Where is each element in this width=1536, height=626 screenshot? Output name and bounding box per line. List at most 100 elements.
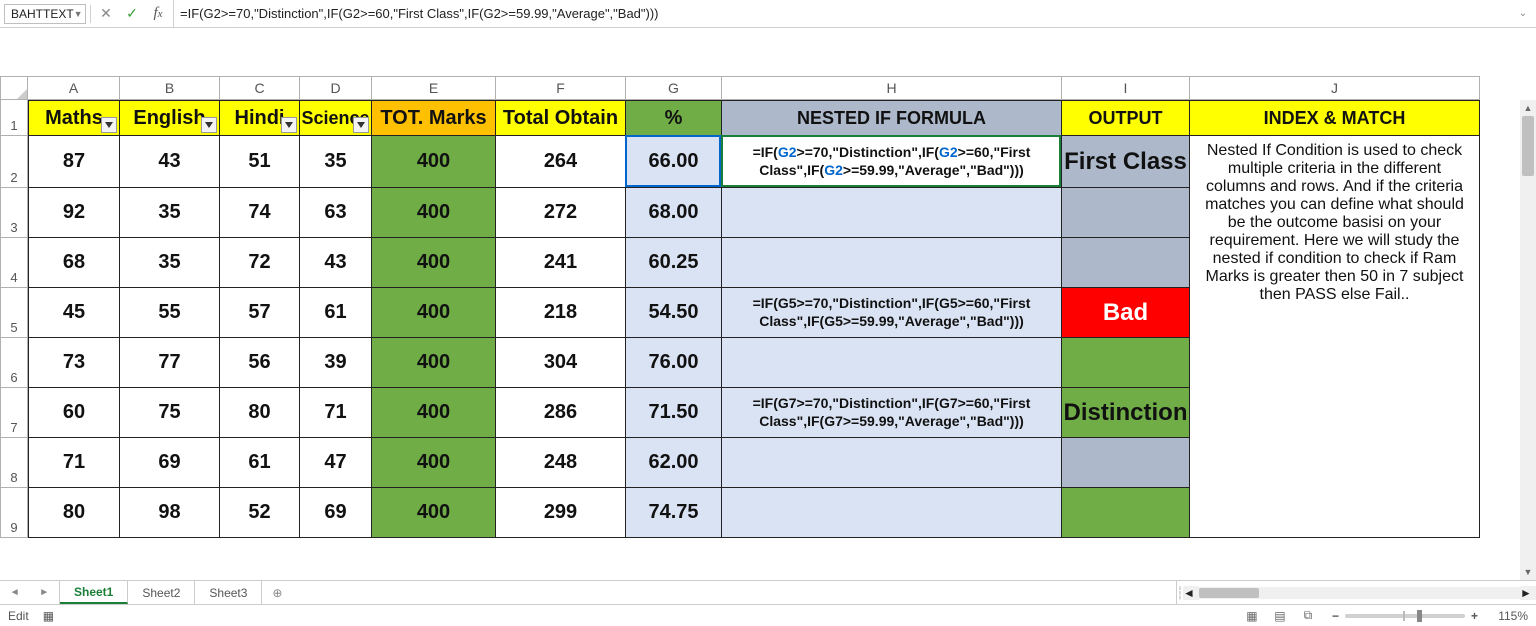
cell-G2[interactable]: 66.00 — [626, 136, 722, 188]
cell-E6[interactable]: 400 — [372, 338, 496, 388]
cell-F7[interactable]: 286 — [496, 388, 626, 438]
cell-B7[interactable]: 75 — [120, 388, 220, 438]
cell-A9[interactable]: 80 — [28, 488, 120, 538]
spreadsheet-grid[interactable]: ABCDEFGHIJ123456789MathsEnglishHindiScie… — [0, 76, 1536, 538]
filter-dropdown-C[interactable] — [281, 117, 297, 133]
scroll-left-icon[interactable]: ◄ — [1183, 586, 1199, 600]
cell-B6[interactable]: 77 — [120, 338, 220, 388]
cell-H5[interactable]: =IF(G5>=70,"Distinction",IF(G5>=60,"Firs… — [722, 288, 1062, 338]
select-all-corner[interactable] — [0, 76, 28, 100]
cell-C3[interactable]: 74 — [220, 188, 300, 238]
header-cell-D[interactable]: Science — [300, 100, 372, 136]
cell-A3[interactable]: 92 — [28, 188, 120, 238]
cell-H8[interactable] — [722, 438, 1062, 488]
cell-D5[interactable]: 61 — [300, 288, 372, 338]
column-header-I[interactable]: I — [1062, 76, 1190, 100]
cell-E7[interactable]: 400 — [372, 388, 496, 438]
header-cell-G[interactable]: % — [626, 100, 722, 136]
cell-J2[interactable]: Nested If Condition is used to check mul… — [1190, 136, 1480, 538]
cell-I7[interactable]: Distinction — [1062, 388, 1190, 438]
cell-C6[interactable]: 56 — [220, 338, 300, 388]
vertical-scrollbar[interactable]: ▲ ▼ — [1520, 100, 1536, 580]
insert-function-button[interactable]: fx — [147, 3, 169, 25]
vertical-scroll-track[interactable] — [1520, 116, 1536, 564]
horizontal-scroll-thumb[interactable] — [1199, 588, 1259, 598]
column-header-B[interactable]: B — [120, 76, 220, 100]
row-header-4[interactable]: 4 — [0, 238, 28, 288]
macro-record-icon[interactable]: ▦ — [43, 609, 54, 623]
cell-H9[interactable] — [722, 488, 1062, 538]
cell-E4[interactable]: 400 — [372, 238, 496, 288]
row-header-2[interactable]: 2 — [0, 136, 28, 188]
row-header-1[interactable]: 1 — [0, 100, 28, 136]
row-header-9[interactable]: 9 — [0, 488, 28, 538]
cell-G7[interactable]: 71.50 — [626, 388, 722, 438]
cell-B5[interactable]: 55 — [120, 288, 220, 338]
cell-A6[interactable]: 73 — [28, 338, 120, 388]
cell-I8[interactable] — [1062, 438, 1190, 488]
cell-A4[interactable]: 68 — [28, 238, 120, 288]
cell-H2[interactable]: =IF(G2>=70,"Distinction",IF(G2>=60,"Firs… — [722, 136, 1062, 188]
sheet-tab-nav[interactable]: ◄ ► — [0, 581, 60, 604]
cell-H7[interactable]: =IF(G7>=70,"Distinction",IF(G7>=60,"Firs… — [722, 388, 1062, 438]
row-header-8[interactable]: 8 — [0, 438, 28, 488]
row-header-7[interactable]: 7 — [0, 388, 28, 438]
filter-dropdown-B[interactable] — [201, 117, 217, 133]
cell-D9[interactable]: 69 — [300, 488, 372, 538]
cell-C5[interactable]: 57 — [220, 288, 300, 338]
row-header-5[interactable]: 5 — [0, 288, 28, 338]
cell-F9[interactable]: 299 — [496, 488, 626, 538]
row-header-3[interactable]: 3 — [0, 188, 28, 238]
cell-C7[interactable]: 80 — [220, 388, 300, 438]
accept-formula-button[interactable]: ✓ — [121, 3, 143, 25]
cell-F5[interactable]: 218 — [496, 288, 626, 338]
cell-A2[interactable]: 87 — [28, 136, 120, 188]
cell-I4[interactable] — [1062, 238, 1190, 288]
cell-F4[interactable]: 241 — [496, 238, 626, 288]
horizontal-scroll-track[interactable] — [1199, 587, 1520, 599]
vertical-scroll-thumb[interactable] — [1522, 116, 1534, 176]
cell-D3[interactable]: 63 — [300, 188, 372, 238]
tab-nav-next-icon[interactable]: ► — [39, 587, 49, 598]
column-header-G[interactable]: G — [626, 76, 722, 100]
cell-I5[interactable]: Bad — [1062, 288, 1190, 338]
header-cell-H[interactable]: NESTED IF FORMULA — [722, 100, 1062, 136]
normal-view-button[interactable]: ▦ — [1238, 607, 1266, 625]
cell-C8[interactable]: 61 — [220, 438, 300, 488]
cell-E2[interactable]: 400 — [372, 136, 496, 188]
expand-formula-bar-icon[interactable]: ⌄ — [1514, 8, 1532, 19]
cell-F6[interactable]: 304 — [496, 338, 626, 388]
zoom-in-button[interactable]: + — [1471, 609, 1478, 623]
header-cell-B[interactable]: English — [120, 100, 220, 136]
cell-G8[interactable]: 62.00 — [626, 438, 722, 488]
cell-D6[interactable]: 39 — [300, 338, 372, 388]
cell-G9[interactable]: 74.75 — [626, 488, 722, 538]
cell-C4[interactable]: 72 — [220, 238, 300, 288]
column-header-H[interactable]: H — [722, 76, 1062, 100]
name-box-dropdown-icon[interactable]: ▼ — [74, 9, 83, 19]
cell-I3[interactable] — [1062, 188, 1190, 238]
cell-D4[interactable]: 43 — [300, 238, 372, 288]
scroll-down-icon[interactable]: ▼ — [1520, 564, 1536, 580]
cell-A5[interactable]: 45 — [28, 288, 120, 338]
cell-H6[interactable] — [722, 338, 1062, 388]
cell-E5[interactable]: 400 — [372, 288, 496, 338]
cancel-formula-button[interactable]: ✕ — [95, 3, 117, 25]
scroll-up-icon[interactable]: ▲ — [1520, 100, 1536, 116]
sheet-tab-sheet3[interactable]: Sheet3 — [195, 581, 262, 604]
row-header-6[interactable]: 6 — [0, 338, 28, 388]
page-break-view-button[interactable]: ⧉ — [1294, 607, 1322, 625]
header-cell-F[interactable]: Total Obtain — [496, 100, 626, 136]
column-header-D[interactable]: D — [300, 76, 372, 100]
header-cell-I[interactable]: OUTPUT — [1062, 100, 1190, 136]
zoom-slider-thumb[interactable] — [1417, 610, 1422, 622]
sheet-tab-sheet2[interactable]: Sheet2 — [128, 581, 195, 604]
page-layout-view-button[interactable]: ▤ — [1266, 607, 1294, 625]
horizontal-scrollbar[interactable]: ┆ ◄ ► — [1176, 581, 1536, 604]
add-sheet-button[interactable]: ⊕ — [262, 581, 292, 604]
cell-H4[interactable] — [722, 238, 1062, 288]
cell-E9[interactable]: 400 — [372, 488, 496, 538]
cell-A8[interactable]: 71 — [28, 438, 120, 488]
cell-I2[interactable]: First Class — [1062, 136, 1190, 188]
filter-dropdown-A[interactable] — [101, 117, 117, 133]
